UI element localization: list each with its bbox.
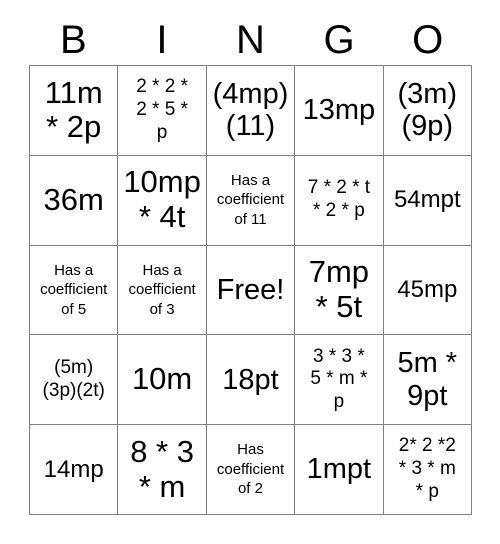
bingo-cell-free-space[interactable]: Free! [206, 245, 296, 336]
bingo-cell-text: 2 * 2 * 2 * 5 * p [136, 76, 188, 143]
bingo-cell-r1c5[interactable]: (3m) (9p) [383, 66, 472, 156]
bingo-cell-r3c1[interactable]: Has a coefficient of 5 [30, 245, 119, 336]
bingo-cell-r1c1[interactable]: 11m * 2p [30, 66, 119, 156]
bingo-cell-r2c2[interactable]: 10mp * 4t [118, 155, 207, 246]
bingo-cell-r5c5[interactable]: 2* 2 *2 * 3 * m * p [383, 425, 472, 515]
bingo-cell-text: 3 * 3 * 5 * m * p [310, 345, 368, 413]
bingo-cell-r3c4[interactable]: 7mp * 5t [295, 245, 384, 336]
bingo-cell-text: 45mp [397, 276, 458, 304]
bingo-cell-text: 2* 2 *2 * 3 * m * p [398, 435, 456, 502]
bingo-cell-r4c1[interactable]: (5m) (3p)(2t) [30, 335, 119, 426]
bingo-cell-r4c5[interactable]: 5m * 9pt [383, 335, 472, 426]
bingo-cell-text: 36m [43, 181, 104, 217]
bingo-header-letter-b: B [59, 18, 87, 62]
bingo-cell-text: 8 * 3 * m [130, 433, 194, 504]
bingo-header-letter-g: G [323, 18, 355, 62]
bingo-cell-text: 14mp [43, 455, 104, 483]
bingo-cell-text: 7 * 2 * t * 2 * p [307, 177, 371, 222]
bingo-cell-text: 7mp * 5t [308, 254, 370, 324]
bingo-cell-text: Has coefficient of 2 [216, 441, 285, 498]
bingo-cell-text: (4mp) (11) [212, 77, 289, 143]
bingo-cell-r5c1[interactable]: 14mp [30, 425, 119, 515]
bingo-cell-text: 54mpt [393, 186, 461, 214]
bingo-cell-r5c4[interactable]: 1mpt [295, 425, 384, 515]
bingo-cell-text: 1mpt [306, 453, 372, 486]
bingo-cell-r4c4[interactable]: 3 * 3 * 5 * m * p [295, 335, 384, 426]
bingo-cell-text: 10mp * 4t [123, 164, 201, 235]
bingo-cell-r1c4[interactable]: 13mp [295, 66, 384, 156]
bingo-cell-text: 11m * 2p [44, 74, 103, 145]
bingo-header-row: B I N G O [29, 16, 472, 64]
bingo-header-letter-n: N [236, 18, 265, 62]
bingo-cell-text: Free! [216, 273, 285, 306]
bingo-header-letter-i: I [156, 18, 168, 62]
bingo-cell-r3c2[interactable]: Has a coefficient of 3 [118, 245, 207, 336]
bingo-cell-r5c3[interactable]: Has coefficient of 2 [206, 425, 296, 515]
bingo-cell-r2c5[interactable]: 54mpt [383, 155, 472, 246]
bingo-cell-r3c5[interactable]: 45mp [383, 245, 472, 336]
bingo-header-letter-o: O [412, 18, 444, 62]
bingo-grid: 11m * 2p 2 * 2 * 2 * 5 * p (4mp) (11) 13… [29, 65, 472, 515]
bingo-cell-r1c2[interactable]: 2 * 2 * 2 * 5 * p [118, 66, 207, 156]
bingo-cell-text: 13mp [302, 94, 376, 127]
bingo-cell-text: (3m) (9p) [397, 77, 458, 143]
bingo-cell-text: 10m [131, 361, 193, 397]
bingo-cell-text: Has a coefficient of 11 [216, 171, 285, 228]
bingo-cell-r4c3[interactable]: 18pt [206, 335, 296, 426]
bingo-cell-r1c3[interactable]: (4mp) (11) [206, 66, 296, 156]
bingo-cell-text: 5m * 9pt [397, 347, 458, 412]
bingo-cell-text: (5m) (3p)(2t) [42, 356, 105, 401]
bingo-cell-r2c1[interactable]: 36m [30, 155, 119, 246]
bingo-cell-r2c4[interactable]: 7 * 2 * t * 2 * p [295, 155, 384, 246]
bingo-cell-r2c3[interactable]: Has a coefficient of 11 [206, 155, 296, 246]
bingo-cell-text: Has a coefficient of 5 [40, 261, 108, 318]
bingo-cell-text: 18pt [222, 363, 279, 396]
bingo-cell-r5c2[interactable]: 8 * 3 * m [118, 425, 207, 515]
bingo-cell-text: Has a coefficient of 3 [128, 261, 196, 318]
bingo-card: B I N G O 11m * 2p 2 * 2 * 2 * 5 * p (4m… [0, 0, 500, 544]
bingo-cell-r4c2[interactable]: 10m [118, 335, 207, 426]
